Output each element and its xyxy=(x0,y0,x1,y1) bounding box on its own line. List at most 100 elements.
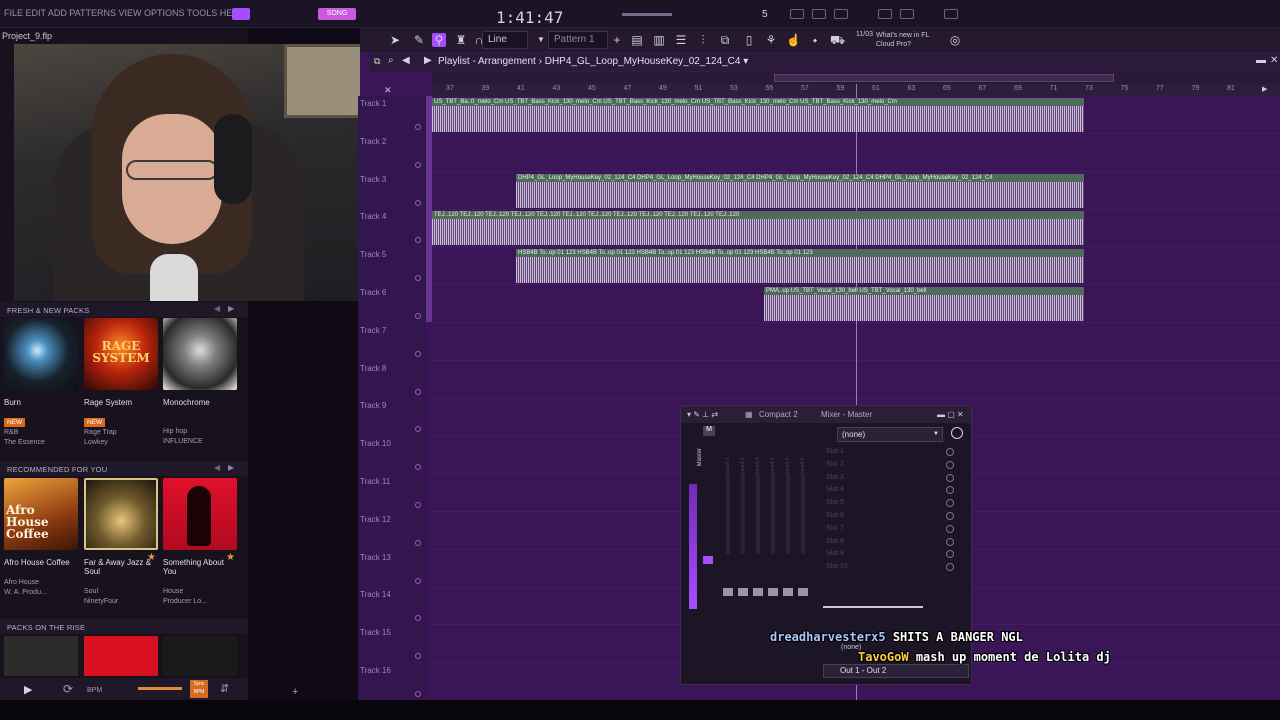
globe-icon[interactable]: ◎ xyxy=(948,33,962,47)
pack-art[interactable] xyxy=(4,636,78,676)
chevron-left-icon[interactable]: ◀ xyxy=(214,463,220,472)
track-mute-dot[interactable] xyxy=(415,237,421,244)
file-icon[interactable]: ▯ xyxy=(742,33,756,47)
track-mute-dot[interactable] xyxy=(415,350,421,357)
preset-select[interactable]: (none) ▼ xyxy=(837,427,943,442)
track-mute-dot[interactable] xyxy=(415,539,421,546)
pin-icon[interactable]: ▾ ✎ ⊥ ⇄ xyxy=(687,406,718,423)
pack-art[interactable] xyxy=(163,636,237,676)
mixer-icon[interactable]: ⫶ xyxy=(696,33,710,47)
tempo-slider[interactable] xyxy=(622,13,672,16)
playlist-icon[interactable]: ☰ xyxy=(674,33,688,47)
audio-clip[interactable]: PMA..up US_TBT_Vocal_130_bell US_TBT_Voc… xyxy=(764,287,1084,321)
close-icon[interactable]: ✕ xyxy=(1270,55,1278,66)
play-icon[interactable]: ▶ xyxy=(424,55,432,66)
pack-card[interactable]: RAGE SYSTEM Rage System NEW Rage Trap Lo… xyxy=(84,318,158,447)
settings-icon[interactable]: ⇵ xyxy=(220,682,229,695)
audio-clip[interactable]: US_TBT_Ba..0_melo_Cm US_TBT_Bass_Kick_13… xyxy=(432,98,1084,132)
slot-enable-dot[interactable] xyxy=(946,460,954,469)
plus-icon[interactable] xyxy=(812,9,826,19)
overview-marker[interactable] xyxy=(774,74,1114,82)
insert-fader[interactable] xyxy=(768,588,778,596)
stamp-icon[interactable]: ♜ xyxy=(454,33,468,47)
chevron-right-icon[interactable]: ▶ xyxy=(228,304,234,313)
effect-slot[interactable]: Slot 4 xyxy=(826,486,844,493)
slot-enable-dot[interactable] xyxy=(946,537,954,546)
cart-icon[interactable]: ⛟ xyxy=(830,33,845,47)
play-arrow-icon[interactable]: ➤ xyxy=(388,33,402,47)
track-name[interactable]: Track 11 xyxy=(360,477,390,486)
track-mute-dot[interactable] xyxy=(415,388,421,395)
sync-bpm-button[interactable]: Sync BPM xyxy=(190,680,208,698)
mixer-window-icon[interactable] xyxy=(900,9,914,19)
effect-slot[interactable]: Slot 10 xyxy=(826,563,848,570)
insert-fader[interactable] xyxy=(753,588,763,596)
pack-card[interactable]: Afro House Coffee Afro House Coffee Afro… xyxy=(4,478,78,597)
insert-fader[interactable] xyxy=(738,588,748,596)
insert-fader[interactable] xyxy=(723,588,733,596)
slot-enable-dot[interactable] xyxy=(946,448,954,456)
audio-clip[interactable]: DHP4_GL_Loop_MyHouseKey_02_124_C4 DHP4_G… xyxy=(516,173,1084,208)
record-indicator[interactable] xyxy=(232,8,250,20)
track-mute-dot[interactable] xyxy=(415,615,421,622)
track-mute-dot[interactable] xyxy=(415,124,421,130)
pack-card[interactable]: Burn NEW R&B The Essence xyxy=(4,318,78,447)
track-name[interactable]: Track 3 xyxy=(360,175,386,184)
pencil-icon[interactable]: ✎ xyxy=(412,33,426,47)
scroll-arrow-icon[interactable]: ▶ xyxy=(1262,85,1267,93)
track-name[interactable]: Track 14 xyxy=(360,590,391,599)
compact-icon[interactable]: ▦ xyxy=(745,406,753,423)
add-icon[interactable]: + xyxy=(292,686,298,698)
effect-slot[interactable]: Slot 6 xyxy=(826,512,844,519)
track-name[interactable]: Track 13 xyxy=(360,553,391,562)
track-name[interactable]: Track 1 xyxy=(360,99,386,108)
snap-icon[interactable]: ⧉ xyxy=(374,56,380,67)
window-controls[interactable]: ▬ ▢ ✕ xyxy=(937,406,964,423)
track-mute-dot[interactable] xyxy=(415,464,421,471)
touch-icon[interactable]: ☝ xyxy=(786,33,801,47)
track-name[interactable]: Track 5 xyxy=(360,250,386,259)
mixer-insert-strip[interactable]: Insert 1 xyxy=(721,446,735,666)
channel-rack-icon[interactable]: ▤ xyxy=(630,33,644,47)
track-name[interactable]: Track 16 xyxy=(360,666,391,675)
track-mute-dot[interactable] xyxy=(415,275,421,282)
clock-icon[interactable] xyxy=(951,427,963,439)
track-name[interactable]: Track 12 xyxy=(360,515,391,524)
volume-slider[interactable] xyxy=(138,687,182,690)
chevron-down-icon[interactable]: ▼ xyxy=(534,33,548,47)
effect-slot[interactable]: Slot 2 xyxy=(826,461,844,468)
tag-icon[interactable]: ⬩ xyxy=(808,33,822,47)
track-mute-dot[interactable] xyxy=(415,426,421,433)
mode-badge[interactable]: SONG xyxy=(318,8,356,20)
mixer-insert-strip[interactable]: Insert 2 xyxy=(736,446,750,666)
master-fader[interactable] xyxy=(703,556,713,564)
gear-icon[interactable] xyxy=(790,9,804,19)
track-name[interactable]: Track 15 xyxy=(360,628,391,637)
effect-slot[interactable]: Slot 8 xyxy=(826,538,844,545)
search-icon[interactable]: ⌕ xyxy=(388,55,394,66)
track-mute-dot[interactable] xyxy=(415,199,421,206)
pattern-number[interactable]: 5 xyxy=(762,9,768,20)
mixer-insert-strip[interactable]: Insert 3 xyxy=(751,446,765,666)
insert-fader[interactable] xyxy=(783,588,793,596)
slot-enable-dot[interactable] xyxy=(946,473,954,482)
loop-icon[interactable]: ⟳ xyxy=(63,682,73,696)
audio-clip[interactable]: HSB4B To..op 01 123 HSB4B To..op 01 123 … xyxy=(516,249,1084,284)
paint-icon[interactable]: ⚲ xyxy=(432,33,446,47)
star-icon[interactable]: ★ xyxy=(226,552,235,563)
output-select[interactable]: Out 1 - Out 2 xyxy=(823,664,969,678)
mic-icon[interactable] xyxy=(834,9,848,19)
track-name[interactable]: Track 9 xyxy=(360,401,386,410)
track-name[interactable]: Track 2 xyxy=(360,137,386,146)
window-icon[interactable] xyxy=(878,9,892,19)
mute-icon[interactable]: M xyxy=(703,426,715,436)
mixer-layout[interactable]: Compact 2 xyxy=(759,406,798,423)
star-icon[interactable]: ★ xyxy=(147,552,156,563)
track-mute-dot[interactable] xyxy=(415,653,421,660)
plugin-icon[interactable] xyxy=(944,9,958,19)
slot-enable-dot[interactable] xyxy=(946,512,954,520)
effect-slot[interactable]: Slot 7 xyxy=(826,525,844,532)
effect-slot[interactable]: Slot 3 xyxy=(826,474,844,481)
close-icon[interactable]: ✕ xyxy=(384,85,392,96)
speaker-icon[interactable]: ◀ xyxy=(402,55,410,66)
